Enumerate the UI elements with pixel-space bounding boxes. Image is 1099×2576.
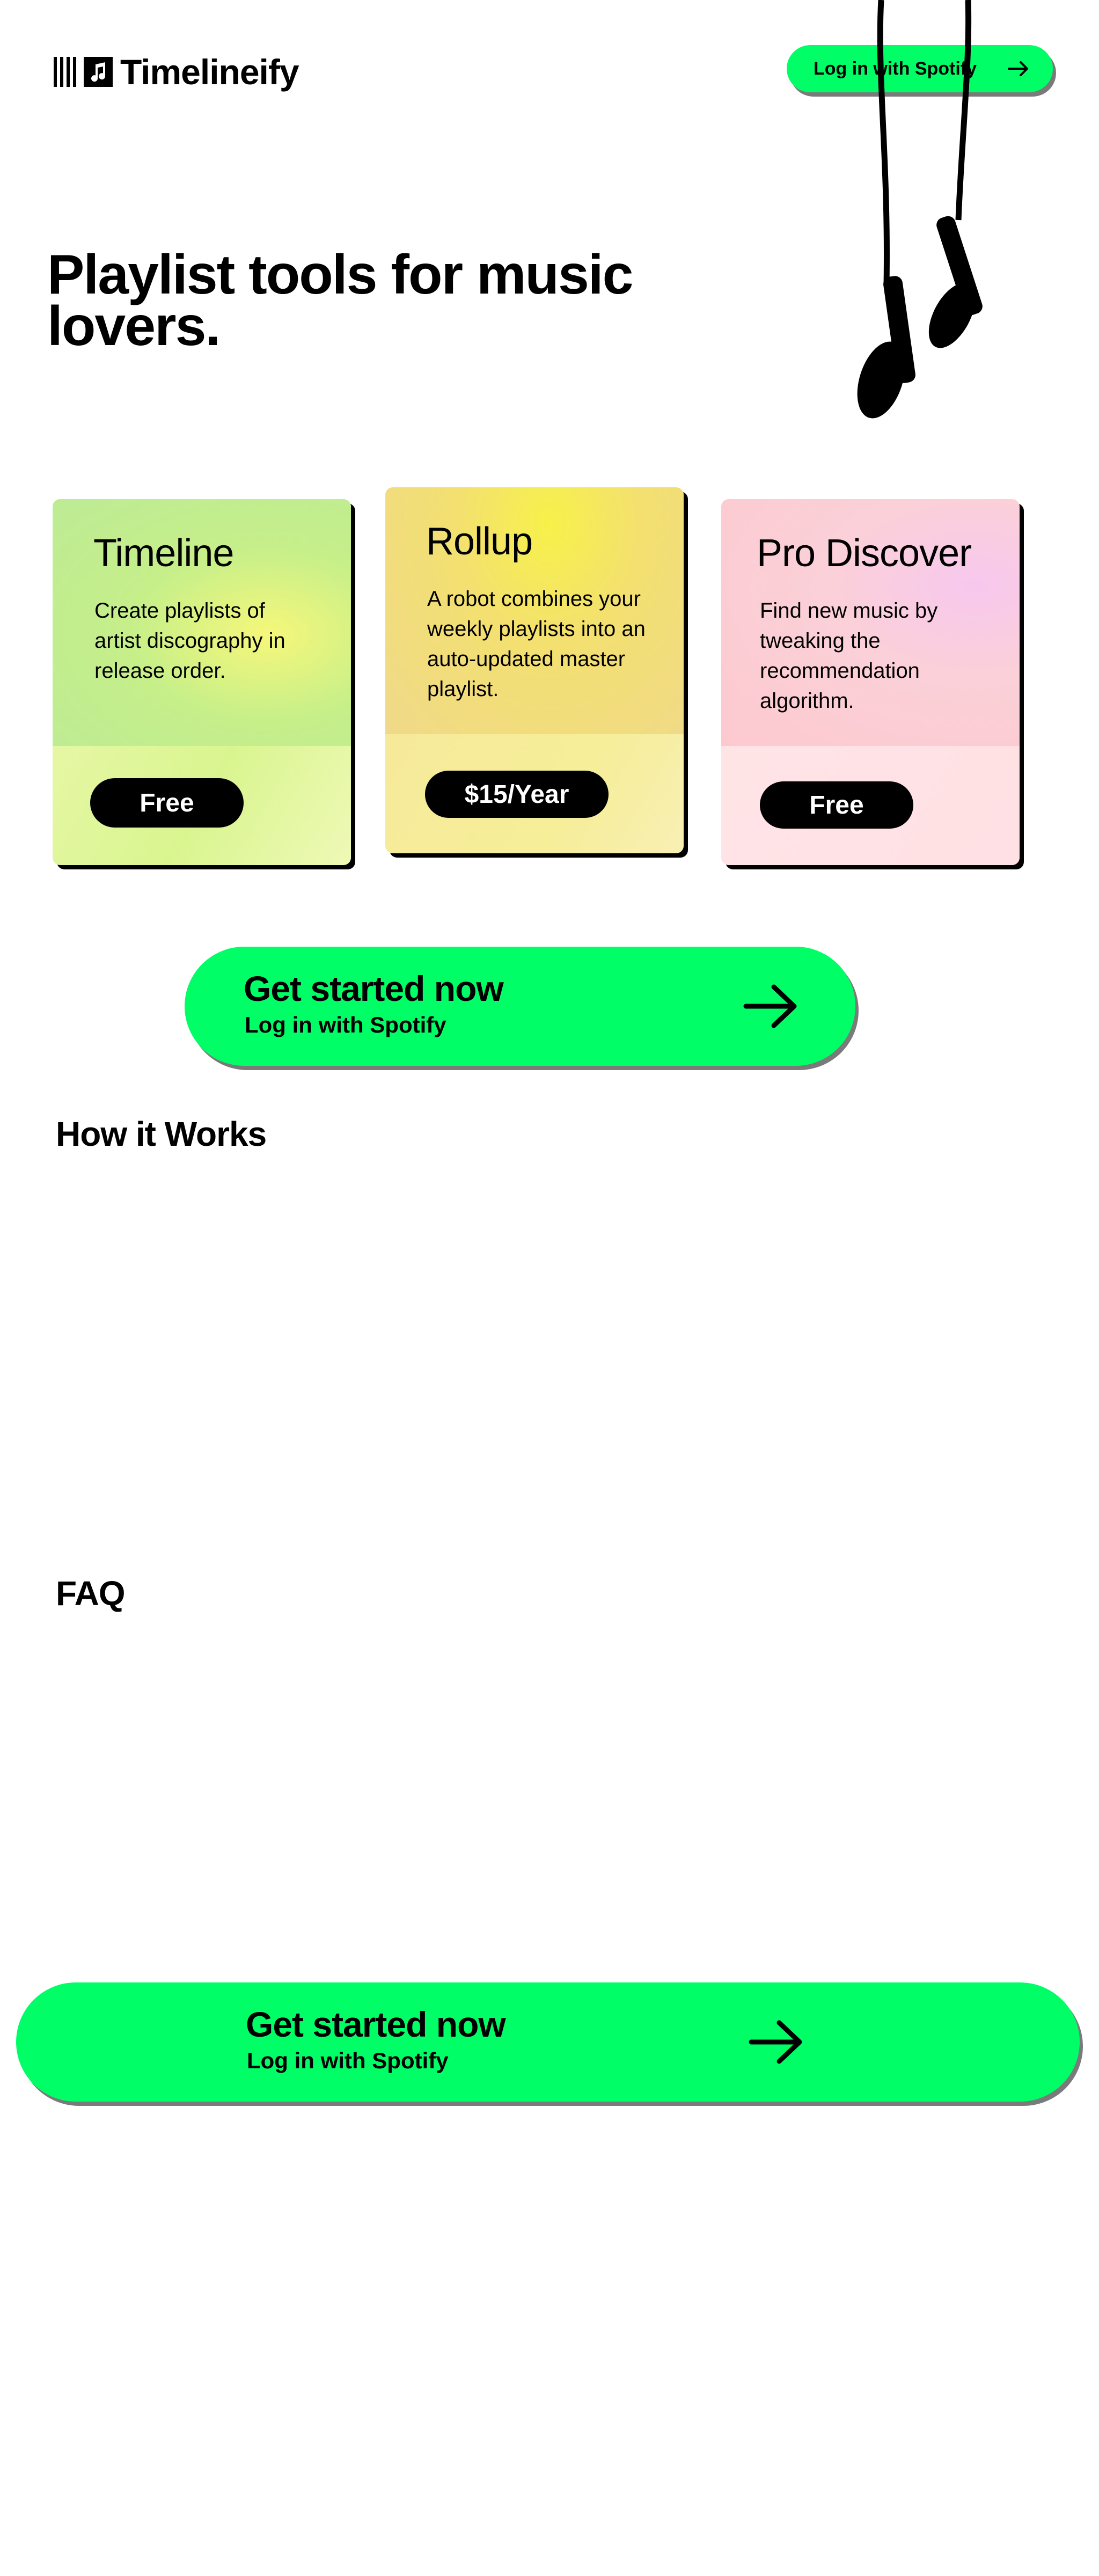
card-description: Create playlists of artist discography i… bbox=[94, 599, 285, 683]
faq-heading: FAQ bbox=[56, 1574, 126, 1613]
cta-title: Get started now bbox=[244, 969, 504, 1008]
logo[interactable]: Timelineify bbox=[54, 52, 299, 92]
get-started-button-bottom[interactable]: Get started now Log in with Spotify bbox=[16, 1982, 1080, 2102]
arrow-right-icon bbox=[743, 984, 797, 1028]
price-badge: Free bbox=[90, 778, 244, 828]
card-title: Pro Discover bbox=[757, 532, 972, 575]
how-it-works-heading: How it Works bbox=[56, 1115, 267, 1153]
hero-title: Playlist tools for music lovers. bbox=[47, 244, 634, 357]
music-note-icon bbox=[84, 57, 113, 87]
card-description: Find new music by tweaking the recommend… bbox=[760, 599, 938, 713]
card-title: Timeline bbox=[93, 532, 234, 575]
earbuds-icon bbox=[857, 0, 983, 419]
price-badge: $15/Year bbox=[425, 771, 609, 818]
cta-subtitle: Log in with Spotify bbox=[245, 1012, 446, 1037]
product-card-pro-discover[interactable]: Pro Discover Find new music by tweaking … bbox=[721, 499, 1020, 865]
logo-text: Timelineify bbox=[120, 52, 299, 92]
cta-title: Get started now bbox=[246, 2004, 506, 2044]
get-started-button[interactable]: Get started now Log in with Spotify bbox=[185, 947, 855, 1066]
product-card-rollup[interactable]: Rollup A robot combines your weekly play… bbox=[385, 487, 684, 853]
logo-bars-icon bbox=[54, 57, 76, 87]
arrow-right-icon bbox=[749, 2020, 802, 2064]
price-badge: Free bbox=[760, 781, 913, 829]
arrow-right-icon bbox=[1008, 61, 1028, 76]
card-description: A robot combines your weekly playlists i… bbox=[427, 587, 646, 701]
product-card-timeline[interactable]: Timeline Create playlists of artist disc… bbox=[53, 499, 351, 865]
card-title: Rollup bbox=[426, 520, 533, 563]
cta-subtitle: Log in with Spotify bbox=[247, 2048, 449, 2073]
